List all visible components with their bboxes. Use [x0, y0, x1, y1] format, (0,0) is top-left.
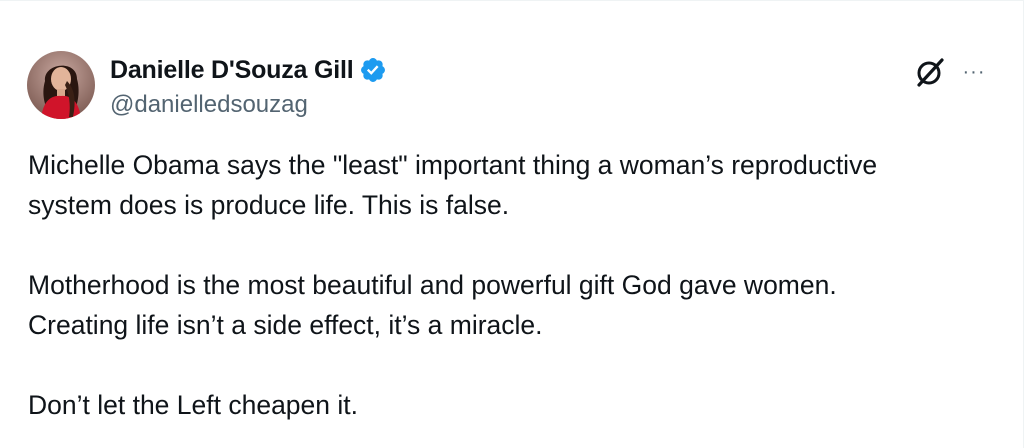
avatar-image — [27, 51, 95, 119]
tweet-paragraph: Don’t let the Left cheapen it. — [28, 385, 1003, 425]
tweet-text: Michelle Obama says the "least" importan… — [28, 145, 1003, 425]
author-display-name[interactable]: Danielle D'Souza Gill — [110, 56, 354, 85]
grok-slash-icon[interactable] — [913, 55, 947, 89]
tweet-line: system does is produce life. This is fal… — [28, 190, 510, 220]
tweet-card: Danielle D'Souza Gill @danielledsouzag ·… — [0, 0, 1024, 448]
tweet-paragraph: Michelle Obama says the "least" importan… — [28, 145, 1003, 225]
tweet-paragraph: Motherhood is the most beautiful and pow… — [28, 265, 1003, 345]
author-handle[interactable]: @danielledsouzag — [110, 91, 308, 119]
author-name-row: Danielle D'Souza Gill — [110, 55, 387, 85]
more-options-icon[interactable]: ··· — [958, 57, 990, 87]
tweet-line: Motherhood is the most beautiful and pow… — [28, 270, 837, 300]
tweet-line: Michelle Obama says the "least" importan… — [28, 150, 878, 180]
verified-badge-icon — [359, 56, 387, 84]
avatar[interactable] — [27, 51, 95, 119]
tweet-line: Don’t let the Left cheapen it. — [28, 390, 358, 420]
tweet-line: Creating life isn’t a side effect, it’s … — [28, 310, 543, 340]
